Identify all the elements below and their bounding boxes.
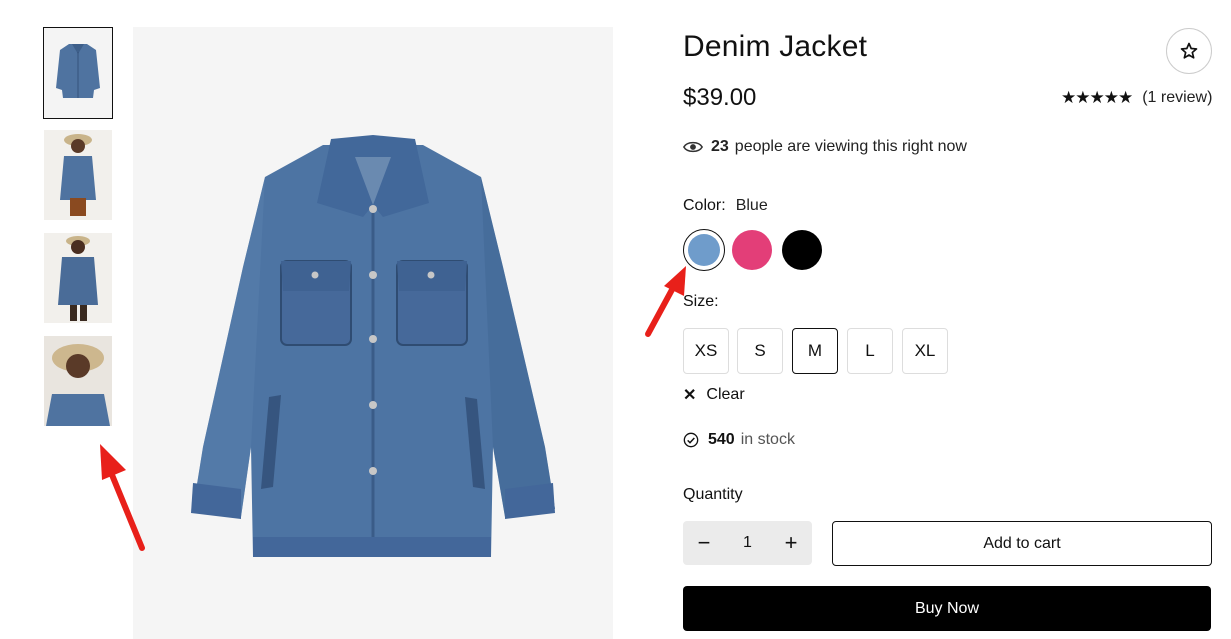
size-option-l[interactable]: L: [847, 328, 893, 374]
product-rating[interactable]: ★★★★★ (1 review): [1061, 88, 1212, 108]
model-front-thumbnail-image: [44, 130, 112, 220]
color-selector-label: Color: Blue: [683, 197, 768, 215]
thumbnail-1[interactable]: [43, 27, 113, 119]
quantity-input[interactable]: 1: [728, 534, 768, 552]
denim-jacket-image: [133, 27, 613, 639]
rating-stars-icon: ★★★★★: [1061, 88, 1133, 107]
main-product-image[interactable]: [133, 27, 613, 639]
quantity-decrease-button[interactable]: −: [683, 530, 725, 556]
denim-jacket-thumbnail-image: [44, 28, 112, 118]
eye-icon: [683, 141, 703, 153]
thumbnail-4[interactable]: [44, 336, 112, 426]
thumbnail-3[interactable]: [44, 233, 112, 323]
product-price: $39.00: [683, 84, 757, 111]
model-closeup-thumbnail-image: [44, 336, 112, 426]
check-circle-icon: [683, 432, 699, 448]
color-swatch-blue-fill: [688, 234, 720, 266]
size-option-xs[interactable]: XS: [683, 328, 729, 374]
model-back-thumbnail-image: [44, 233, 112, 323]
viewer-text: people are viewing this right now: [734, 138, 967, 155]
product-title: Denim Jacket: [683, 30, 868, 63]
size-option-xl[interactable]: XL: [902, 328, 948, 374]
clear-label: Clear: [706, 386, 745, 403]
add-to-cart-button[interactable]: Add to cart: [832, 521, 1212, 566]
annotation-arrow-thumbnails: [100, 444, 145, 551]
quantity-stepper: − 1 +: [683, 521, 812, 565]
selected-color-value: Blue: [735, 197, 768, 214]
buy-now-button[interactable]: Buy Now: [683, 586, 1211, 631]
size-label: Size:: [683, 293, 719, 310]
color-label: Color:: [683, 197, 726, 214]
wishlist-button[interactable]: [1166, 28, 1212, 74]
size-option-m[interactable]: M: [792, 328, 838, 374]
close-icon: ✕: [683, 387, 697, 404]
quantity-label: Quantity: [683, 486, 743, 503]
star-outline-icon: [1180, 42, 1198, 59]
thumbnail-2[interactable]: [44, 130, 112, 220]
stock-status: 540 in stock: [683, 431, 795, 449]
quantity-increase-button[interactable]: +: [770, 530, 812, 556]
clear-selection-button[interactable]: ✕ Clear: [683, 385, 745, 405]
color-swatch-blue[interactable]: [683, 229, 725, 271]
color-swatch-pink[interactable]: [732, 230, 772, 270]
stock-text: in stock: [740, 431, 795, 448]
color-swatch-black[interactable]: [782, 230, 822, 270]
viewer-count: 23: [711, 138, 729, 155]
live-viewers: 23 people are viewing this right now: [683, 138, 967, 156]
size-option-s[interactable]: S: [737, 328, 783, 374]
review-count-link[interactable]: (1 review): [1142, 89, 1212, 107]
stock-count: 540: [708, 431, 735, 448]
